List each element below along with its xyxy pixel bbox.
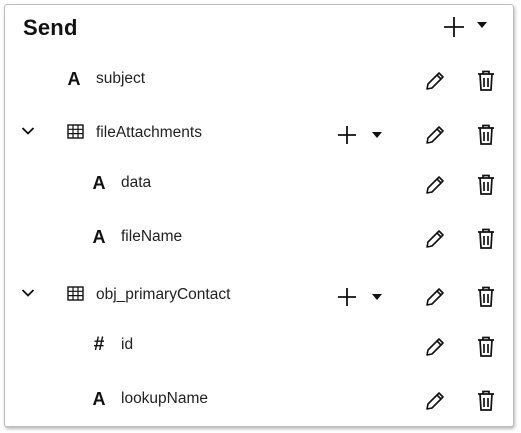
panel-title: Send	[23, 15, 78, 40]
text-type-icon: A	[92, 389, 106, 409]
text-type-icon: A	[92, 227, 106, 247]
chevron-down-icon[interactable]	[371, 130, 383, 140]
number-type-icon: #	[93, 334, 105, 355]
chevron-down-icon[interactable]	[21, 288, 35, 298]
delete-icon[interactable]	[475, 227, 497, 251]
add-icon[interactable]	[336, 286, 358, 308]
edit-icon[interactable]	[423, 69, 447, 93]
delete-icon[interactable]	[475, 123, 497, 147]
field-label-data: data	[121, 174, 152, 191]
chevron-down-icon[interactable]	[371, 292, 383, 302]
field-label-fileName: fileName	[121, 228, 183, 245]
send-panel: Send A subject fileAttachments A data A …	[4, 4, 514, 427]
field-label-obj_primaryContact: obj_primaryContact	[96, 286, 231, 303]
chevron-down-icon[interactable]	[476, 19, 488, 31]
edit-icon[interactable]	[423, 123, 447, 147]
delete-icon[interactable]	[475, 389, 497, 413]
chevron-down-icon[interactable]	[21, 126, 35, 136]
table-icon	[67, 286, 84, 301]
field-label-id: id	[121, 336, 134, 353]
text-type-icon: A	[67, 69, 81, 89]
text-type-icon: A	[92, 173, 106, 193]
delete-icon[interactable]	[475, 335, 497, 359]
field-label-fileAttachments: fileAttachments	[96, 124, 202, 141]
add-icon[interactable]	[442, 15, 466, 39]
table-icon	[67, 124, 84, 139]
field-label-lookupName: lookupName	[121, 390, 209, 407]
edit-icon[interactable]	[423, 335, 447, 359]
edit-icon[interactable]	[423, 173, 447, 197]
add-icon[interactable]	[336, 124, 358, 146]
delete-icon[interactable]	[475, 173, 497, 197]
edit-icon[interactable]	[423, 285, 447, 309]
delete-icon[interactable]	[475, 69, 497, 93]
delete-icon[interactable]	[475, 285, 497, 309]
edit-icon[interactable]	[423, 227, 447, 251]
field-label-subject: subject	[96, 70, 146, 87]
edit-icon[interactable]	[423, 389, 447, 413]
